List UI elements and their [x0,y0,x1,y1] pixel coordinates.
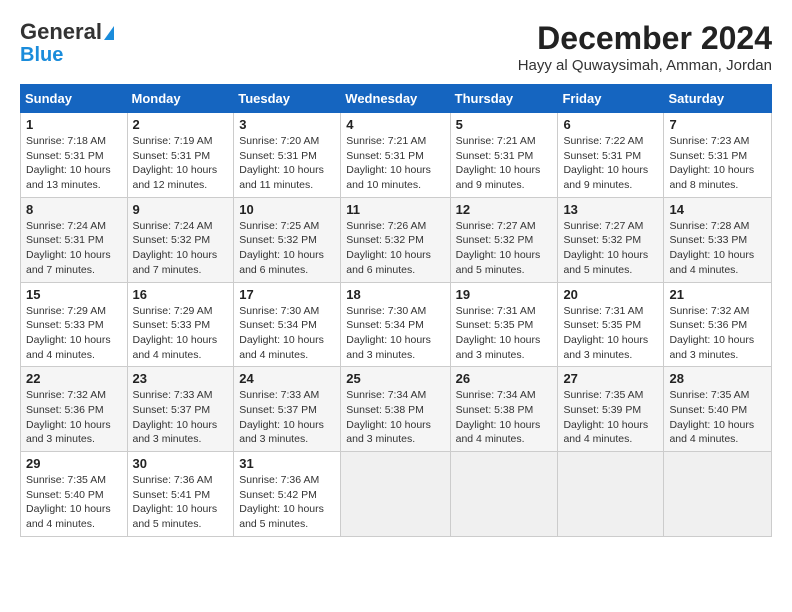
table-row: 23 Sunrise: 7:33 AMSunset: 5:37 PMDaylig… [127,367,234,452]
col-tuesday: Tuesday [234,85,341,113]
table-row: 7 Sunrise: 7:23 AMSunset: 5:31 PMDayligh… [664,113,772,198]
logo-blue: Blue [20,44,63,66]
table-row: 18 Sunrise: 7:30 AMSunset: 5:34 PMDaylig… [341,282,450,367]
logo: General Blue [20,20,114,66]
calendar-row: 1 Sunrise: 7:18 AMSunset: 5:31 PMDayligh… [21,113,772,198]
table-row: 25 Sunrise: 7:34 AMSunset: 5:38 PMDaylig… [341,367,450,452]
col-wednesday: Wednesday [341,85,450,113]
calendar-row: 15 Sunrise: 7:29 AMSunset: 5:33 PMDaylig… [21,282,772,367]
table-row: 21 Sunrise: 7:32 AMSunset: 5:36 PMDaylig… [664,282,772,367]
calendar-row: 29 Sunrise: 7:35 AMSunset: 5:40 PMDaylig… [21,452,772,537]
table-row [450,452,558,537]
calendar-row: 22 Sunrise: 7:32 AMSunset: 5:36 PMDaylig… [21,367,772,452]
table-row: 13 Sunrise: 7:27 AMSunset: 5:32 PMDaylig… [558,197,664,282]
table-row: 24 Sunrise: 7:33 AMSunset: 5:37 PMDaylig… [234,367,341,452]
table-row: 4 Sunrise: 7:21 AMSunset: 5:31 PMDayligh… [341,113,450,198]
table-row: 9 Sunrise: 7:24 AMSunset: 5:32 PMDayligh… [127,197,234,282]
page-header: General Blue December 2024 Hayy al Quway… [20,20,772,74]
table-row: 3 Sunrise: 7:20 AMSunset: 5:31 PMDayligh… [234,113,341,198]
table-row [558,452,664,537]
month-title: December 2024 [518,20,772,57]
table-row: 1 Sunrise: 7:18 AMSunset: 5:31 PMDayligh… [21,113,128,198]
table-row: 12 Sunrise: 7:27 AMSunset: 5:32 PMDaylig… [450,197,558,282]
table-row: 14 Sunrise: 7:28 AMSunset: 5:33 PMDaylig… [664,197,772,282]
table-row [341,452,450,537]
col-sunday: Sunday [21,85,128,113]
table-row: 6 Sunrise: 7:22 AMSunset: 5:31 PMDayligh… [558,113,664,198]
col-thursday: Thursday [450,85,558,113]
calendar-row: 8 Sunrise: 7:24 AMSunset: 5:31 PMDayligh… [21,197,772,282]
table-row: 19 Sunrise: 7:31 AMSunset: 5:35 PMDaylig… [450,282,558,367]
table-row: 5 Sunrise: 7:21 AMSunset: 5:31 PMDayligh… [450,113,558,198]
table-row: 28 Sunrise: 7:35 AMSunset: 5:40 PMDaylig… [664,367,772,452]
table-row [664,452,772,537]
table-row: 22 Sunrise: 7:32 AMSunset: 5:36 PMDaylig… [21,367,128,452]
table-row: 10 Sunrise: 7:25 AMSunset: 5:32 PMDaylig… [234,197,341,282]
table-row: 15 Sunrise: 7:29 AMSunset: 5:33 PMDaylig… [21,282,128,367]
table-row: 8 Sunrise: 7:24 AMSunset: 5:31 PMDayligh… [21,197,128,282]
location: Hayy al Quwaysimah, Amman, Jordan [518,57,772,74]
calendar-table: Sunday Monday Tuesday Wednesday Thursday… [20,84,772,537]
header-row: Sunday Monday Tuesday Wednesday Thursday… [21,85,772,113]
table-row: 20 Sunrise: 7:31 AMSunset: 5:35 PMDaylig… [558,282,664,367]
col-friday: Friday [558,85,664,113]
title-block: December 2024 Hayy al Quwaysimah, Amman,… [518,20,772,74]
table-row: 11 Sunrise: 7:26 AMSunset: 5:32 PMDaylig… [341,197,450,282]
table-row: 27 Sunrise: 7:35 AMSunset: 5:39 PMDaylig… [558,367,664,452]
table-row: 16 Sunrise: 7:29 AMSunset: 5:33 PMDaylig… [127,282,234,367]
table-row: 31 Sunrise: 7:36 AMSunset: 5:42 PMDaylig… [234,452,341,537]
table-row: 29 Sunrise: 7:35 AMSunset: 5:40 PMDaylig… [21,452,128,537]
table-row: 30 Sunrise: 7:36 AMSunset: 5:41 PMDaylig… [127,452,234,537]
logo-general: General [20,20,114,44]
table-row: 26 Sunrise: 7:34 AMSunset: 5:38 PMDaylig… [450,367,558,452]
calendar-body: 1 Sunrise: 7:18 AMSunset: 5:31 PMDayligh… [21,113,772,537]
col-monday: Monday [127,85,234,113]
table-row: 17 Sunrise: 7:30 AMSunset: 5:34 PMDaylig… [234,282,341,367]
col-saturday: Saturday [664,85,772,113]
table-row: 2 Sunrise: 7:19 AMSunset: 5:31 PMDayligh… [127,113,234,198]
